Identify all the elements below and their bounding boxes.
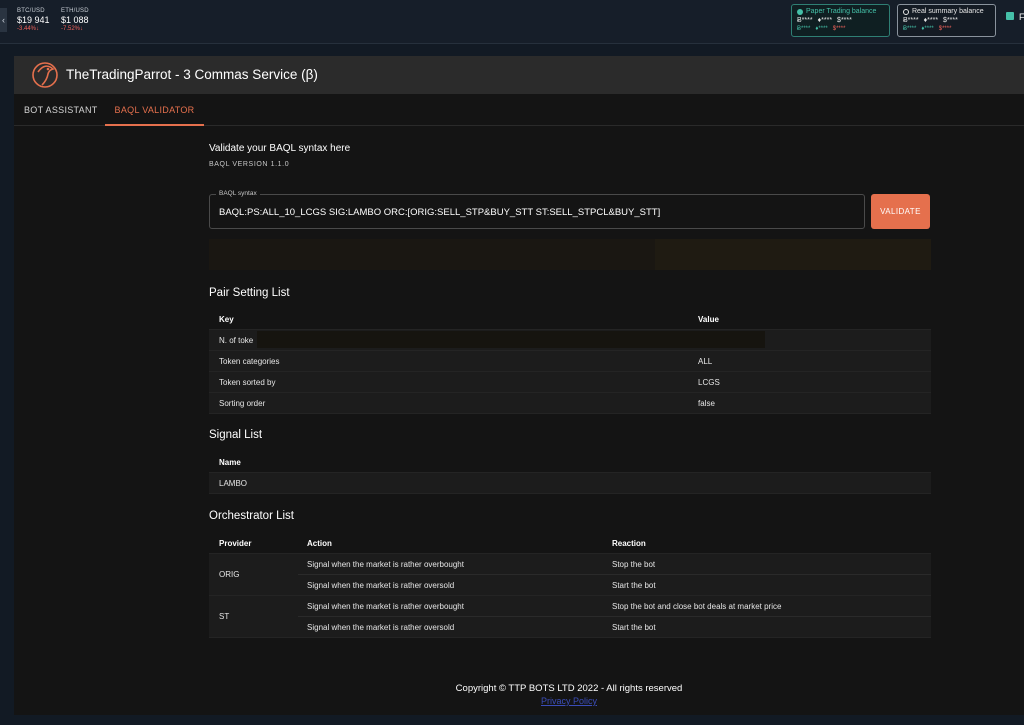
result-banner [209, 239, 931, 270]
real-summary-balance[interactable]: Real summary balance Ƀ**** ♦**** $**** Ƀ… [897, 4, 996, 37]
orchestrator-action: Signal when the market is rather overbou… [307, 602, 464, 611]
balance-eth-change: ♦**** [815, 26, 828, 32]
tab-bot-assistant[interactable]: BOT ASSISTANT [24, 95, 98, 126]
real-balance-row: Ƀ**** ♦**** $**** [903, 16, 990, 25]
pair-value: false [698, 399, 715, 408]
app-header: TheTradingParrot - 3 Commas Service (β) [14, 56, 1024, 94]
column-header-provider: Provider [219, 539, 252, 548]
signal-table: Name LAMBO [209, 452, 931, 494]
orchestrator-table: Provider Action Reaction ORIG Signal whe… [209, 533, 931, 638]
balance-usd-change: $**** [938, 26, 952, 32]
orchestrator-action: Signal when the market is rather oversol… [307, 581, 455, 590]
parrot-logo-icon [32, 62, 58, 88]
real-balance-label: Real summary balance [912, 8, 984, 15]
pair-key: Sorting order [219, 399, 266, 408]
orchestrator-action: Signal when the market is rather oversol… [307, 623, 455, 632]
ticker-bar: ‹ BTC/USD $19 941 -3.44%↓ ETH/USD $1 088… [0, 0, 1024, 44]
baql-syntax-input[interactable]: BAQL syntax BAQL:PS:ALL_10_LCGS SIG:LAMB… [209, 190, 865, 229]
baql-version: BAQL VERSION 1.1.0 [209, 161, 290, 168]
signal-list-title: Signal List [209, 429, 263, 441]
pair-key: Token sorted by [219, 378, 276, 387]
tab-bar: BOT ASSISTANT BAQL VALIDATOR [14, 95, 1024, 126]
balance-btc-change: Ƀ**** [903, 26, 917, 32]
table-row: Signal when the market is rather oversol… [298, 617, 931, 638]
app-title: TheTradingParrot - 3 Commas Service (β) [66, 67, 318, 82]
table-row: Signal when the market is rather overbou… [298, 554, 931, 575]
orchestrator-group-orig: ORIG Signal when the market is rather ov… [209, 554, 931, 596]
ticker-eth[interactable]: ETH/USD $1 088 -7.52%↓ [61, 8, 89, 32]
provider-name: ORIG [219, 570, 240, 579]
ticker-price: $19 941 [17, 15, 50, 25]
privacy-policy-link[interactable]: Privacy Policy [14, 696, 1024, 706]
table-row: Signal when the market is rather overbou… [298, 596, 931, 617]
pair-key: Token categories [219, 357, 280, 366]
balance-eth-change: ♦**** [921, 26, 934, 32]
table-row: Signal when the market is rather oversol… [298, 575, 931, 596]
baql-syntax-label: BAQL syntax [216, 190, 260, 197]
table-row: Token sorted by LCGS [209, 372, 931, 393]
balance-usd: $**** [943, 17, 958, 24]
pair-key: N. of toke [219, 336, 254, 345]
pair-value: LCGS [698, 378, 720, 387]
paper-dot-icon [797, 8, 803, 15]
table-row: Token categories ALL [209, 351, 931, 372]
table-row: LAMBO [209, 473, 931, 494]
pair-value: ALL [698, 357, 713, 366]
orchestrator-group-st: ST Signal when the market is rather over… [209, 596, 931, 638]
orchestrator-reaction: Stop the bot and close bot deals at mark… [612, 602, 782, 611]
paper-balance-row: Ƀ**** ♦**** $**** [797, 16, 884, 25]
ticker-symbol: ETH/USD [61, 8, 89, 14]
column-header-value: Value [698, 315, 719, 324]
orchestrator-reaction: Stop the bot [612, 560, 656, 569]
provider-name: ST [219, 612, 230, 621]
balance-eth: ♦**** [923, 17, 939, 24]
footer-copyright: Copyright © TTP BOTS LTD 2022 - All righ… [455, 683, 683, 694]
balance-btc-change: Ƀ**** [797, 26, 811, 32]
pair-setting-title: Pair Setting List [209, 287, 290, 299]
balance-btc: Ƀ**** [797, 17, 813, 24]
pair-setting-table: Key Value N. of toke Token categories AL… [209, 309, 931, 414]
validator-heading: Validate your BAQL syntax here [209, 143, 351, 154]
signal-name: LAMBO [219, 479, 248, 488]
redacted-area [257, 331, 765, 348]
table-row: N. of toke [209, 330, 931, 351]
real-dot-icon [903, 8, 909, 15]
column-header-name: Name [219, 458, 241, 467]
column-header-action: Action [307, 539, 332, 548]
result-banner-segment [655, 239, 931, 270]
corner-label: F [1019, 12, 1024, 22]
orchestrator-action: Signal when the market is rather overbou… [307, 560, 464, 569]
app-panel: TheTradingParrot - 3 Commas Service (β) … [14, 56, 1024, 715]
table-header-row: Provider Action Reaction [209, 533, 931, 554]
table-header-row: Key Value [209, 309, 931, 330]
orchestrator-reaction: Start the bot [612, 581, 656, 590]
tab-baql-validator[interactable]: BAQL VALIDATOR [105, 95, 204, 126]
table-row: Sorting order false [209, 393, 931, 414]
ticker-price: $1 088 [61, 15, 89, 25]
balance-usd-change: $**** [832, 26, 846, 32]
column-header-key: Key [219, 315, 234, 324]
paper-trading-balance[interactable]: Paper Trading balance Ƀ**** ♦**** $**** … [791, 4, 890, 37]
baql-syntax-value[interactable]: BAQL:PS:ALL_10_LCGS SIG:LAMBO ORC:[ORIG:… [219, 207, 660, 218]
balance-btc: Ƀ**** [903, 17, 919, 24]
ticker-change: -7.52%↓ [61, 26, 84, 32]
balance-usd: $**** [837, 17, 852, 24]
orchestrator-list-title: Orchestrator List [209, 510, 294, 522]
real-balance-change-row: Ƀ**** ♦**** $**** [903, 25, 990, 34]
balance-eth: ♦**** [817, 17, 833, 24]
orchestrator-reaction: Start the bot [612, 623, 656, 632]
ticker-change: -3.44%↓ [17, 26, 40, 32]
ticker-btc[interactable]: BTC/USD $19 941 -3.44%↓ [17, 8, 50, 32]
validate-button[interactable]: VALIDATE [871, 194, 930, 229]
ticker-symbol: BTC/USD [17, 8, 45, 14]
paper-balance-change-row: Ƀ**** ♦**** $**** [797, 25, 884, 34]
table-header-row: Name [209, 452, 931, 473]
collapse-sidebar-button[interactable]: ‹ [0, 8, 7, 32]
column-header-reaction: Reaction [612, 539, 646, 548]
real-balance-title: Real summary balance [903, 7, 990, 16]
paper-balance-title: Paper Trading balance [797, 7, 884, 16]
exchange-badge-icon[interactable] [1006, 12, 1014, 20]
paper-balance-label: Paper Trading balance [806, 8, 877, 15]
